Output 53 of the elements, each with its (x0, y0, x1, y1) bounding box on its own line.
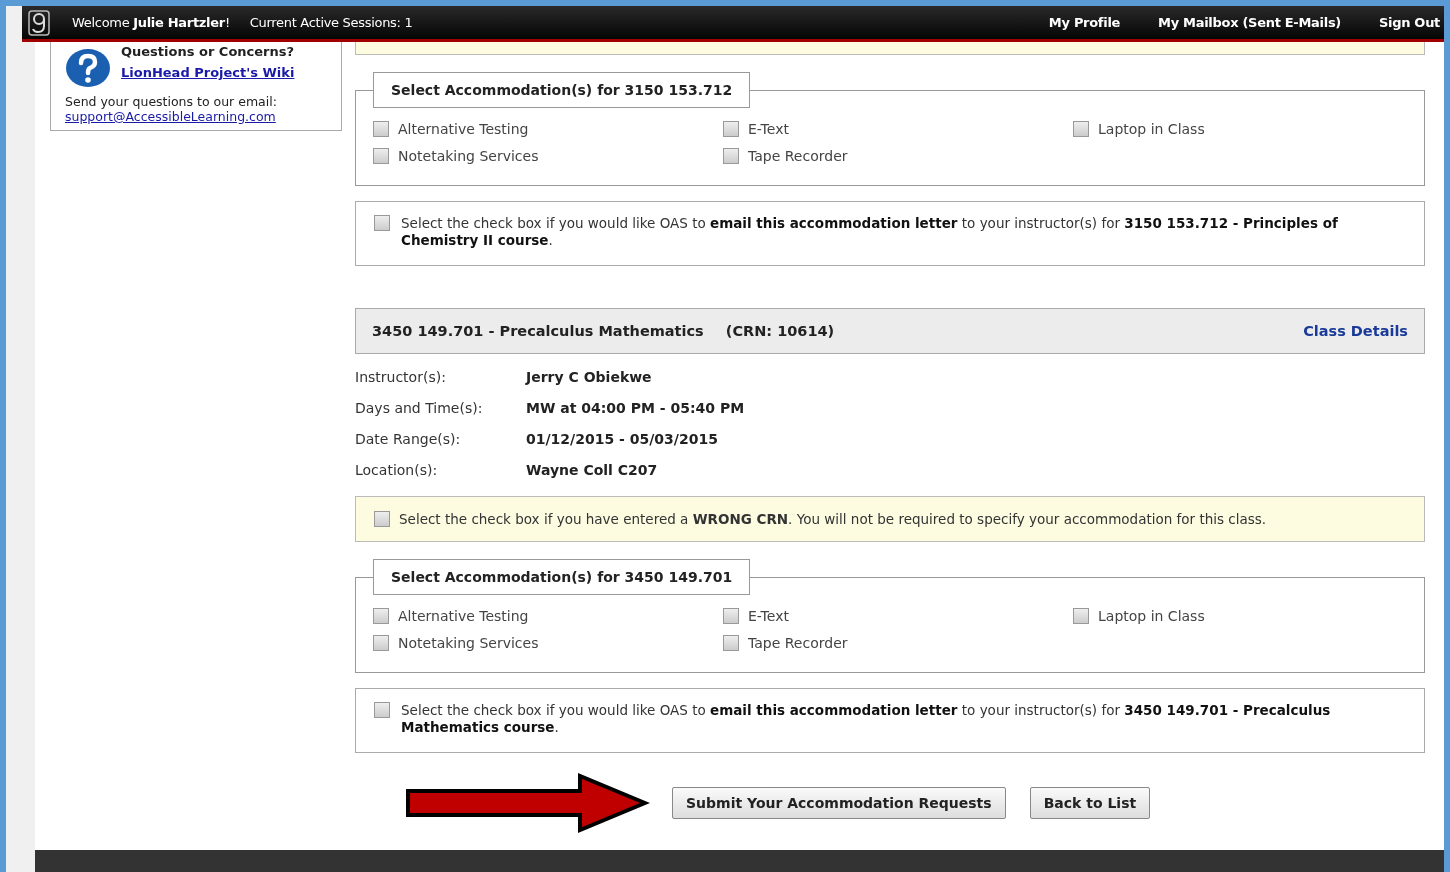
checkbox[interactable] (723, 148, 739, 164)
checkbox[interactable] (1073, 121, 1089, 137)
submit-button[interactable]: Submit Your Accommodation Requests (672, 787, 1006, 819)
nav-link[interactable]: Sign Out (1378, 15, 1440, 30)
fieldset-legend: Select Accommodation(s) for 3150 153.712 (373, 72, 751, 108)
checkbox[interactable] (373, 121, 389, 137)
back-button[interactable]: Back to List (1029, 787, 1151, 819)
option-label: Notetaking Services (398, 635, 539, 651)
option-label: Alternative Testing (398, 121, 529, 137)
class-details-link[interactable]: Class Details (1303, 323, 1408, 339)
detail-value: MW at 04:00 PM - 05:40 PM (526, 399, 745, 416)
option-label: Laptop in Class (1098, 608, 1205, 624)
arrow-icon (405, 773, 650, 833)
checkbox[interactable] (723, 635, 739, 651)
detail-value: Wayne Coll C207 (526, 461, 658, 478)
detail-label: Days and Time(s): (355, 399, 484, 416)
option-label: Tape Recorder (748, 635, 848, 651)
checkbox[interactable] (373, 608, 389, 624)
email-link[interactable]: support@AccessibleLearning.com (65, 109, 276, 124)
detail-label: Date Range(s): (355, 430, 462, 447)
checkbox[interactable] (374, 215, 390, 231)
option-label: Notetaking Services (398, 148, 539, 164)
detail-label: Location(s): (355, 461, 439, 478)
email-letter-text: Select the check box if you would like OAS to email this accommodation letter to your instructor(s) for 3150 153.712 - Principles of Chemistry II course. (401, 215, 1339, 249)
email-letter-text: Select the check box if you would like OAS to email this accommodation letter to your instructor(s) for 3450 149.701 - Precalculus Mathematics course. (401, 702, 1332, 736)
checkbox[interactable] (723, 608, 739, 624)
wiki-link[interactable]: LionHead Project's Wiki (121, 65, 295, 80)
detail-value: Jerry C Obiekwe (526, 368, 652, 385)
course-title: 3450 149.701 - Precalculus Mathematics (372, 323, 704, 339)
welcome-text: Welcome Julie Hartzler! (72, 15, 230, 30)
help-title: Questions or Concerns? (121, 44, 295, 59)
option-label: Alternative Testing (398, 608, 529, 624)
option-label: Tape Recorder (748, 148, 848, 164)
email-prompt: Send your questions to our email: (65, 94, 278, 109)
checkbox[interactable] (374, 511, 390, 527)
checkbox[interactable] (373, 635, 389, 651)
nav-link[interactable]: My Profile (1048, 15, 1121, 30)
checkbox[interactable] (1073, 608, 1089, 624)
detail-label: Instructor(s): (355, 368, 447, 385)
fieldset-legend: Select Accommodation(s) for 3450 149.701 (373, 559, 751, 595)
checkbox[interactable] (723, 121, 739, 137)
logo-icon (28, 9, 50, 36)
detail-value: 01/12/2015 - 05/03/2015 (526, 430, 718, 447)
checkbox[interactable] (374, 702, 390, 718)
option-label: E-Text (748, 608, 789, 624)
course-crn: (CRN: 10614) (725, 323, 835, 339)
sessions-text: Current Active Sessions: 1 (249, 15, 413, 30)
nav-link[interactable]: My Mailbox (Sent E-Mails) (1158, 15, 1341, 30)
wrong-crn-text: Select the check box if you have entered a WRONG CRN. You will not be required to specify your accommodation for this class. (399, 511, 1267, 527)
help-icon (65, 48, 111, 88)
checkbox[interactable] (373, 148, 389, 164)
option-label: E-Text (748, 121, 789, 137)
option-label: Laptop in Class (1098, 121, 1205, 137)
